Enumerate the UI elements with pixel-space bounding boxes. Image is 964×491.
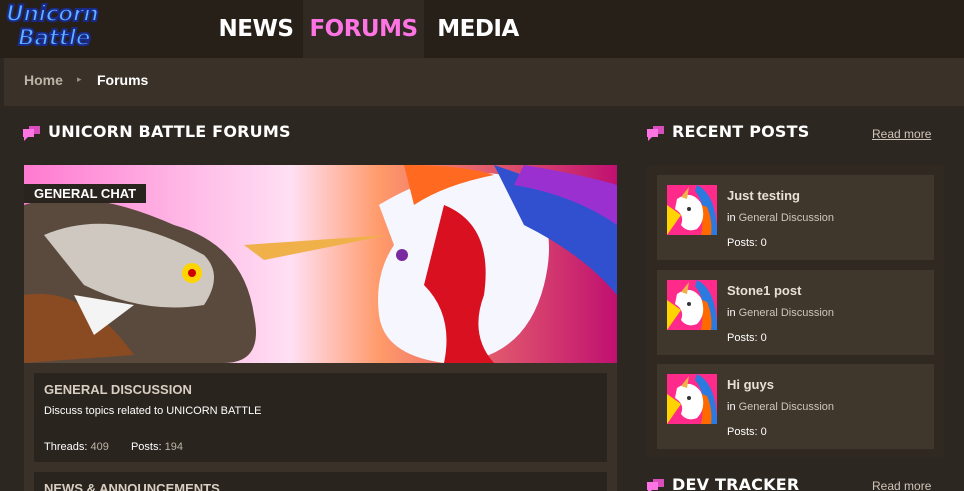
recent-post-card[interactable]: Stone1 post in General Discussion Posts:… xyxy=(657,270,934,355)
forum-item[interactable]: GENERAL DISCUSSION Discuss topics relate… xyxy=(34,373,607,462)
post-in-prefix: in xyxy=(727,212,736,224)
logo[interactable]: Unicorn Battle xyxy=(4,1,108,56)
dev-tracker-read-more-link[interactable]: Read more xyxy=(872,479,931,491)
breadcrumb-home[interactable]: Home xyxy=(24,72,63,88)
posts-label: Posts: xyxy=(727,237,758,249)
unicorn-avatar-icon xyxy=(667,280,717,330)
dev-tracker-title: DEV TRACKER xyxy=(672,475,800,491)
breadcrumb: Home ▸ Forums xyxy=(4,58,964,106)
threads-count: 409 xyxy=(90,441,109,453)
logo-line2: Battle xyxy=(17,25,92,52)
breadcrumb-separator-icon: ▸ xyxy=(77,74,82,84)
post-location: in General Discussion xyxy=(727,401,834,413)
forum-stats: Threads: 409 Posts: 194 xyxy=(44,441,183,453)
post-in-prefix: in xyxy=(727,401,736,413)
forum-title[interactable]: NEWS & ANNOUNCEMENTS xyxy=(44,481,220,491)
post-count: Posts: 0 xyxy=(727,332,767,344)
nav-media[interactable]: MEDIA xyxy=(430,0,526,58)
nav-forums[interactable]: FORUMS xyxy=(303,0,424,58)
forum-description: Discuss topics related to UNICORN BATTLE xyxy=(44,405,262,417)
unicorn-avatar-icon xyxy=(667,374,717,424)
post-forum-link[interactable]: General Discussion xyxy=(739,401,834,413)
top-nav: Unicorn Battle NEWS FORUMS MEDIA xyxy=(0,0,964,58)
posts-label: Posts: xyxy=(727,426,758,438)
forum-item[interactable]: NEWS & ANNOUNCEMENTS xyxy=(34,472,607,491)
recent-posts-title: RECENT POSTS xyxy=(672,122,810,141)
threads-label: Threads: xyxy=(44,441,88,453)
post-in-prefix: in xyxy=(727,307,736,319)
banner-label: GENERAL CHAT xyxy=(24,184,147,203)
chat-bubbles-icon xyxy=(647,126,665,142)
post-count: Posts: 0 xyxy=(727,426,767,438)
chat-bubbles-icon xyxy=(647,479,665,491)
post-location: in General Discussion xyxy=(727,212,834,224)
recent-posts-list: Just testing in General Discussion Posts… xyxy=(647,165,944,457)
posts-count: 194 xyxy=(164,441,183,453)
forum-title[interactable]: GENERAL DISCUSSION xyxy=(44,382,192,397)
chat-bubbles-icon xyxy=(23,126,41,142)
posts-count: 0 xyxy=(760,426,767,438)
post-title[interactable]: Just testing xyxy=(727,188,800,203)
logo-line1: Unicorn xyxy=(5,1,100,28)
post-title[interactable]: Hi guys xyxy=(727,377,774,392)
breadcrumb-current: Forums xyxy=(97,72,149,88)
post-forum-link[interactable]: General Discussion xyxy=(739,212,834,224)
post-title[interactable]: Stone1 post xyxy=(727,283,801,298)
post-count: Posts: 0 xyxy=(727,237,767,249)
recent-post-card[interactable]: Hi guys in General Discussion Posts: 0 xyxy=(657,364,934,449)
recent-post-card[interactable]: Just testing in General Discussion Posts… xyxy=(657,175,934,260)
posts-label: Posts: xyxy=(727,332,758,344)
general-chat-banner[interactable]: GENERAL CHAT xyxy=(24,165,617,363)
forum-list: GENERAL DISCUSSION Discuss topics relate… xyxy=(24,363,617,491)
post-location: in General Discussion xyxy=(727,307,834,319)
recent-posts-read-more-link[interactable]: Read more xyxy=(872,127,931,141)
unicorn-avatar-icon xyxy=(667,185,717,235)
post-forum-link[interactable]: General Discussion xyxy=(739,307,834,319)
posts-label: Posts: xyxy=(130,441,162,453)
posts-count: 0 xyxy=(760,237,767,249)
forums-section-title: UNICORN BATTLE FORUMS xyxy=(48,122,291,141)
posts-count: 0 xyxy=(760,332,767,344)
nav-news[interactable]: NEWS xyxy=(214,0,298,58)
